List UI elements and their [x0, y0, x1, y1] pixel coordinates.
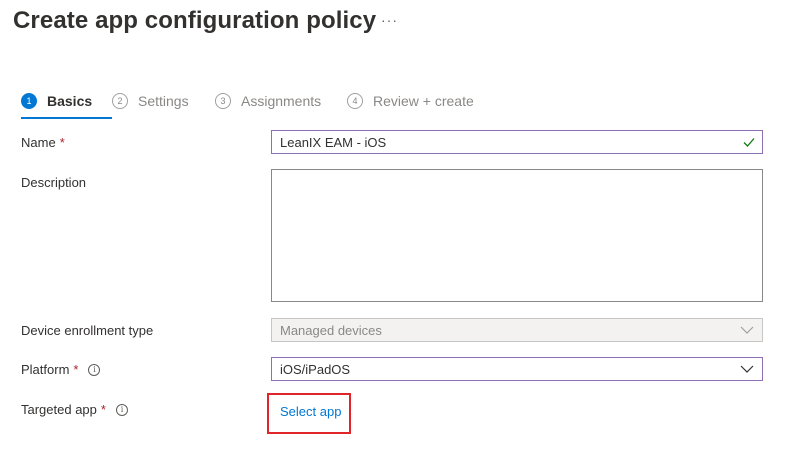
description-textarea[interactable] — [271, 169, 763, 302]
name-label: Name * — [21, 135, 65, 150]
info-icon[interactable]: i — [88, 363, 101, 376]
more-options-button[interactable]: ··· — [381, 12, 398, 28]
wizard-steps: 1 Basics 2 Settings 3 Assignments 4 Revi… — [21, 90, 477, 120]
name-input-value: LeanIX EAM - iOS — [280, 134, 387, 150]
chevron-down-icon — [740, 365, 754, 373]
name-label-text: Name — [21, 135, 56, 150]
checkmark-icon — [743, 138, 755, 147]
platform-label-text: Platform — [21, 362, 70, 377]
platform-label: Platform * i — [21, 362, 101, 377]
step-assignments[interactable]: 3 Assignments — [215, 90, 347, 112]
device-enrollment-type-label: Device enrollment type — [21, 323, 153, 338]
step-number-2: 2 — [112, 93, 128, 109]
step-label-review-create: Review + create — [373, 93, 474, 109]
step-number-1: 1 — [21, 93, 37, 109]
step-basics[interactable]: 1 Basics — [21, 90, 112, 119]
step-label-settings: Settings — [138, 93, 189, 109]
step-settings[interactable]: 2 Settings — [112, 90, 215, 112]
page-title: Create app configuration policy — [13, 7, 377, 34]
step-number-4: 4 — [347, 93, 363, 109]
step-review-create[interactable]: 4 Review + create — [347, 90, 477, 112]
device-enrollment-type-value: Managed devices — [280, 322, 382, 338]
required-asterisk: * — [59, 135, 65, 150]
select-app-link[interactable]: Select app — [280, 404, 341, 419]
targeted-app-label: Targeted app * i — [21, 402, 128, 417]
targeted-app-label-text: Targeted app — [21, 402, 97, 417]
required-asterisk: * — [73, 362, 79, 377]
step-number-3: 3 — [215, 93, 231, 109]
chevron-down-icon — [740, 326, 754, 334]
platform-value: iOS/iPadOS — [280, 361, 351, 377]
device-enrollment-type-select: Managed devices — [271, 318, 763, 342]
name-input[interactable]: LeanIX EAM - iOS — [271, 130, 763, 154]
description-label: Description — [21, 175, 86, 190]
step-label-basics: Basics — [47, 93, 93, 109]
step-label-assignments: Assignments — [241, 93, 322, 109]
platform-select[interactable]: iOS/iPadOS — [271, 357, 763, 381]
info-icon[interactable]: i — [115, 403, 128, 416]
device-enrollment-type-label-text: Device enrollment type — [21, 323, 154, 338]
required-asterisk: * — [100, 402, 106, 417]
description-label-text: Description — [21, 175, 87, 190]
